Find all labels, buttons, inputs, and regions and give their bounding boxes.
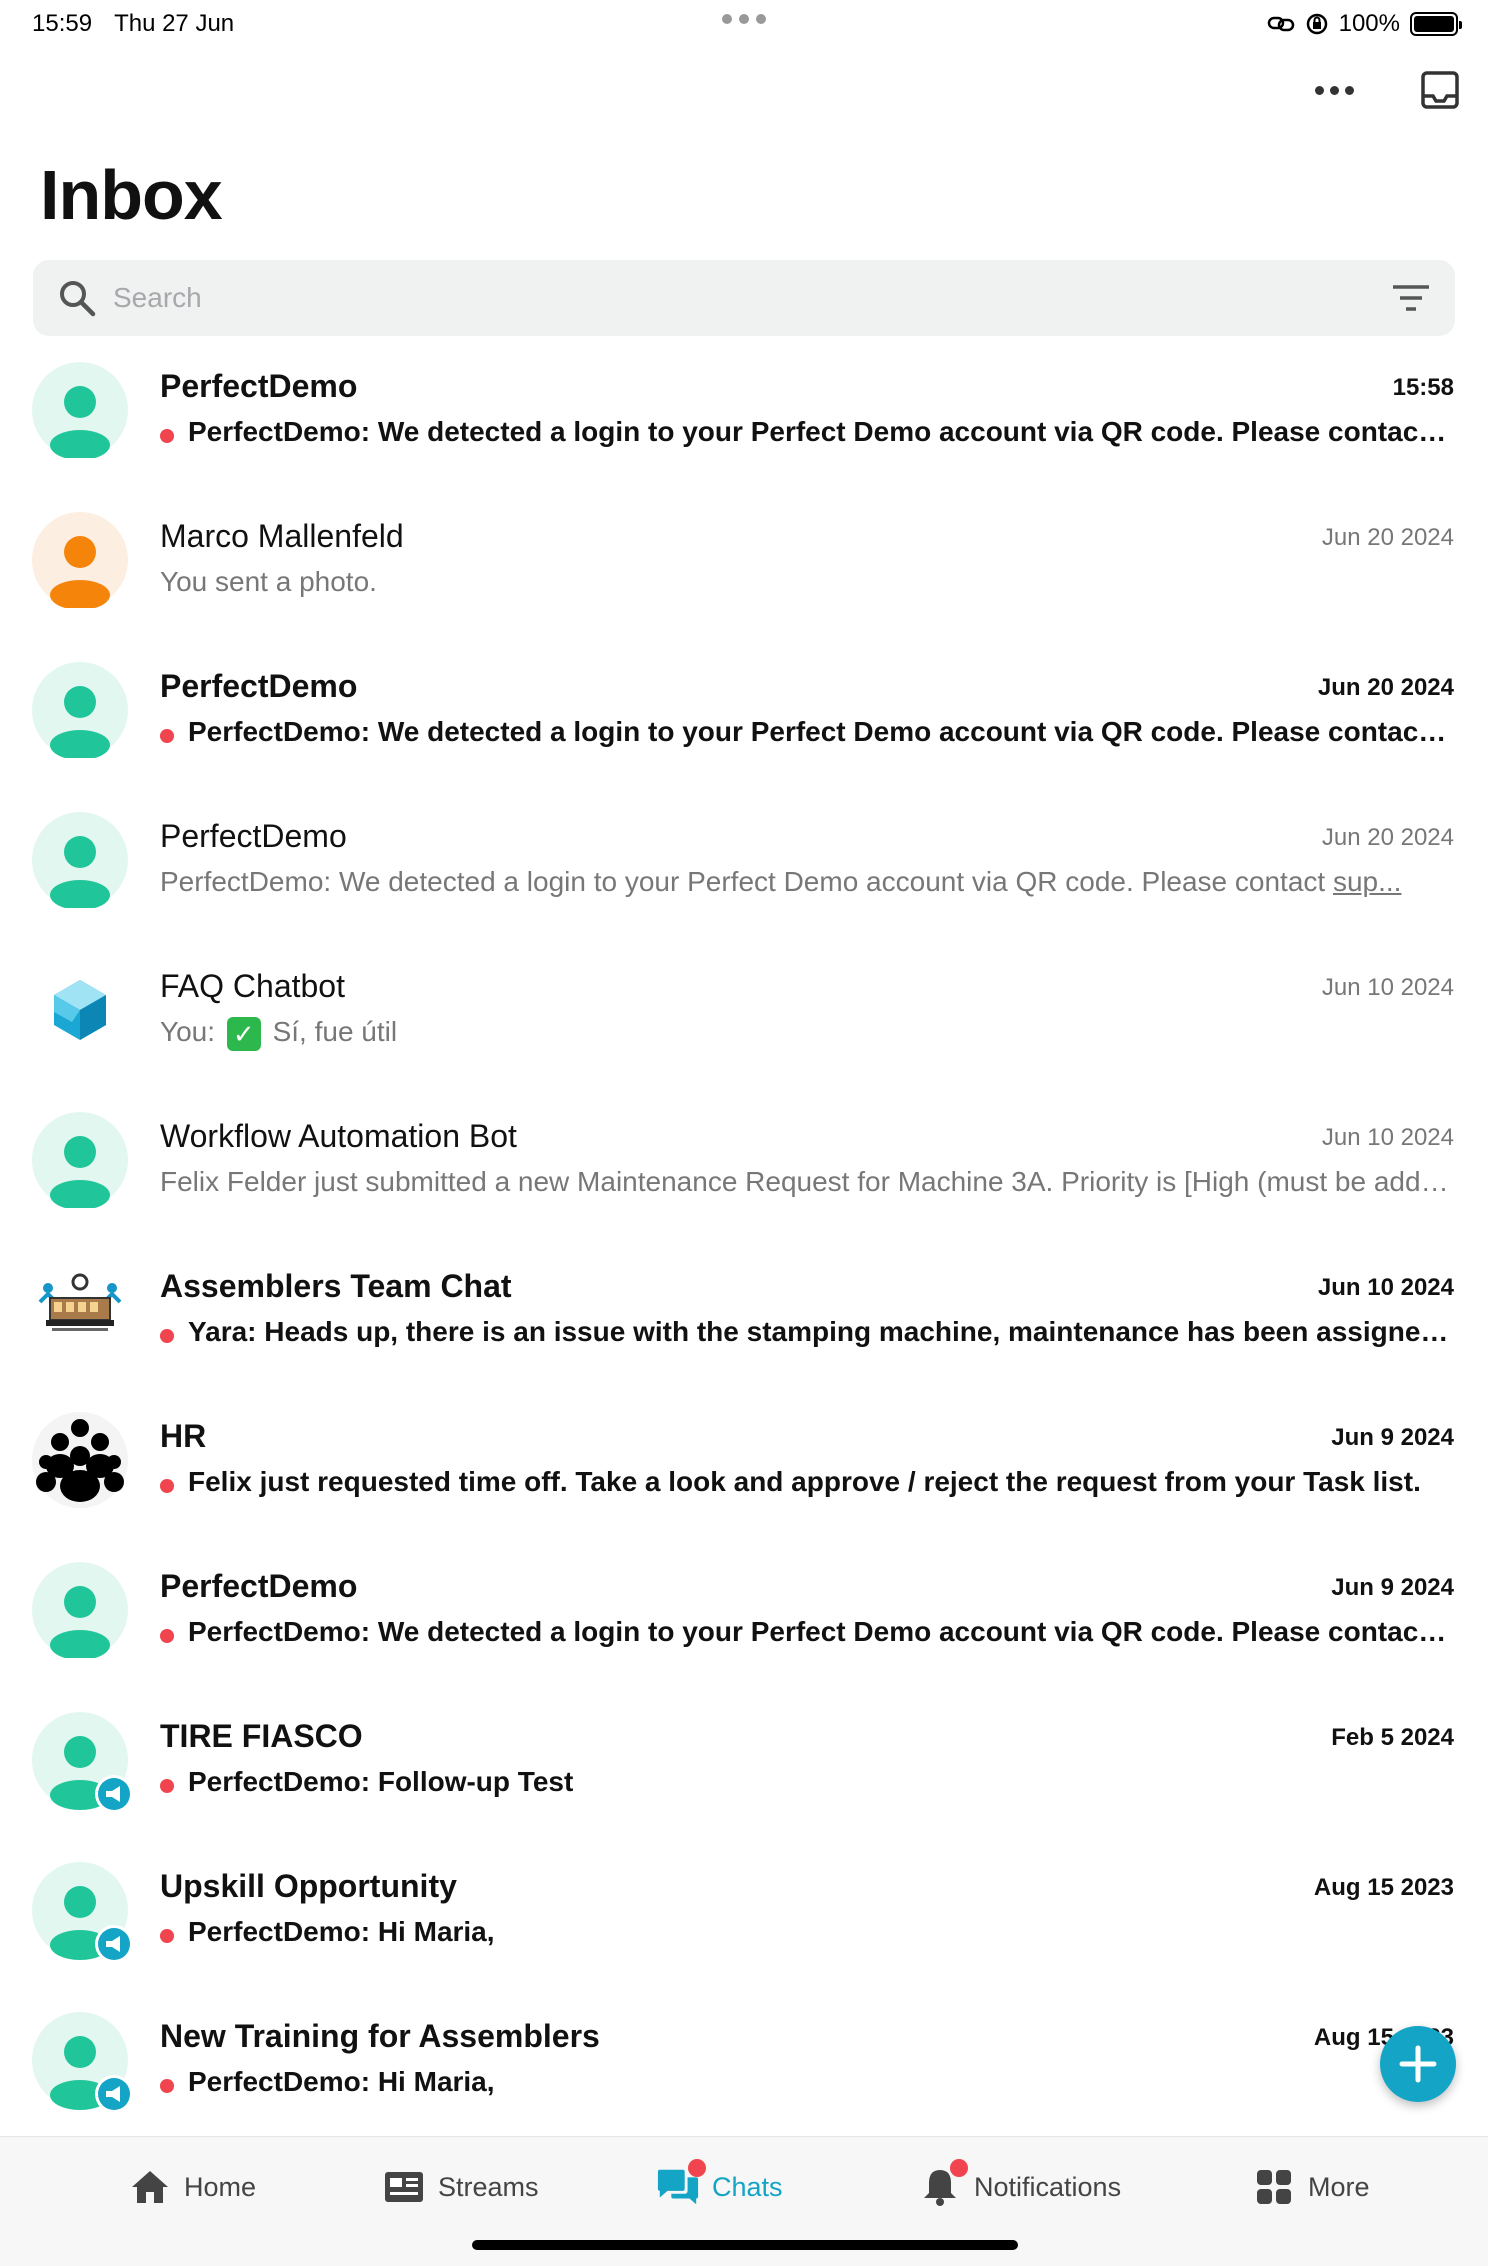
battery-icon [1410,12,1462,36]
chat-preview-suffix: Sí, fue útil [264,1016,398,1047]
chat-row[interactable]: Assemblers Team Chat Jun 10 2024 Yara: H… [0,1238,1488,1388]
chat-name: New Training for Assemblers [160,2018,600,2054]
chat-preview-text: PerfectDemo: We detected a login to your… [160,866,1333,897]
new-chat-button[interactable] [1380,2026,1456,2102]
top-actions [1305,70,1460,110]
chats-badge [688,2159,706,2177]
chat-list: PerfectDemo 15:58 PerfectDemo: We detect… [0,338,1488,2138]
search-input[interactable] [113,282,1391,314]
filter-icon[interactable] [1391,283,1431,313]
person-green-icon [32,362,128,458]
search-bar[interactable] [33,260,1455,336]
tab-label: Notifications [974,2171,1122,2202]
chat-time: Jun 10 2024 [1321,974,1454,1001]
chat-row[interactable]: Marco Mallenfeld Jun 20 2024 You sent a … [0,488,1488,638]
team-image-icon [32,1262,128,1358]
chat-row[interactable]: PerfectDemo Jun 20 2024 PerfectDemo: We … [0,788,1488,938]
status-time: 15:59 [32,10,93,37]
tab-notifications[interactable]: Notifications [918,2159,1122,2207]
chat-preview-prefix: You: [160,1016,223,1047]
chat-name: PerfectDemo [160,1568,358,1604]
person-green-stream-icon [32,1712,133,1813]
chat-time: Aug 15 2023 [1313,1874,1454,1901]
person-orange-icon [32,512,128,608]
tab-label: Streams [438,2171,539,2202]
multitasking-dots-icon[interactable] [722,14,766,24]
home-icon [132,2171,168,2203]
chat-row[interactable]: New Training for Assemblers Aug 15 2023 … [0,1988,1488,2138]
group-people-icon [32,1412,128,1508]
chat-name: PerfectDemo [160,668,358,704]
chat-row[interactable]: FAQ Chatbot Jun 10 2024 You: ✓ Sí, fue ú… [0,938,1488,1088]
chat-row[interactable]: PerfectDemo Jun 20 2024 PerfectDemo: We … [0,638,1488,788]
chat-name: HR [160,1418,207,1454]
tab-label: Home [184,2171,257,2202]
chat-preview: PerfectDemo: We detected a login to your… [160,416,1454,448]
inbox-tray-icon[interactable] [1420,70,1460,110]
chat-preview: PerfectDemo: We detected a login to your… [160,866,1454,898]
chat-name: Assemblers Team Chat [160,1268,512,1304]
chat-preview: Felix Felder just submitted a new Mainte… [160,1166,1454,1197]
chat-preview: Felix just requested time off. Take a lo… [160,1466,1454,1498]
person-green-stream-icon [32,2012,133,2113]
orientation-lock-icon [1306,13,1327,35]
person-green-icon [32,662,128,758]
tab-chats[interactable]: Chats [656,2159,783,2207]
tab-more[interactable]: More [1252,2167,1370,2207]
link-icon [1267,16,1294,32]
chat-preview: Yara: Heads up, there is an issue with t… [160,1316,1454,1348]
person-green-icon [32,1562,128,1658]
chat-time: Jun 9 2024 [1331,1574,1454,1601]
chat-time: Jun 20 2024 [1321,824,1454,851]
chat-preview: You: ✓ Sí, fue útil [160,1016,1454,1051]
streams-icon [385,2172,423,2202]
home-indicator[interactable] [472,2240,1018,2250]
plus-icon [1399,2045,1437,2083]
chat-preview: PerfectDemo: Follow-up Test [160,1766,1454,1798]
chat-name: Marco Mallenfeld [160,518,404,554]
chat-name: PerfectDemo [160,818,347,854]
preview-link[interactable]: sup... [1333,866,1401,897]
grid-icon [1257,2170,1291,2204]
chat-time: Feb 5 2024 [1331,1724,1454,1751]
cube-bot-icon [32,962,128,1058]
tab-streams[interactable]: Streams [382,2167,539,2207]
chat-preview: PerfectDemo: Hi Maria, [160,2066,1454,2098]
more-options-icon[interactable] [1305,76,1364,105]
chat-preview: PerfectDemo: We detected a login to your… [160,1616,1454,1648]
chat-time: Jun 9 2024 [1331,1424,1454,1451]
chat-row[interactable]: Workflow Automation Bot Jun 10 2024 Feli… [0,1088,1488,1238]
chat-row[interactable]: HR Jun 9 2024 Felix just requested time … [0,1388,1488,1538]
tab-home[interactable]: Home [128,2167,256,2207]
chat-row[interactable]: PerfectDemo Jun 9 2024 PerfectDemo: We d… [0,1538,1488,1688]
chat-name: PerfectDemo [160,368,358,404]
chat-name: TIRE FIASCO [160,1718,363,1754]
chat-preview: PerfectDemo: We detected a login to your… [160,716,1454,748]
person-green-stream-icon [32,1862,133,1963]
chat-preview: PerfectDemo: Hi Maria, [160,1916,1454,1948]
chat-time: Jun 20 2024 [1321,524,1454,551]
notifications-badge [950,2159,968,2177]
chat-time: Jun 10 2024 [1321,1124,1454,1151]
status-bar: 15:59 Thu 27 Jun 100% [0,0,1488,48]
chat-row[interactable]: TIRE FIASCO Feb 5 2024 PerfectDemo: Foll… [0,1688,1488,1838]
chat-row[interactable]: Upskill Opportunity Aug 15 2023 PerfectD… [0,1838,1488,1988]
chat-time: Jun 10 2024 [1317,1274,1454,1301]
chat-name: Upskill Opportunity [160,1868,457,1904]
tab-label: More [1308,2171,1370,2202]
check-mark-icon: ✓ [226,1016,261,1051]
chat-time: 15:58 [1392,374,1454,401]
person-green-icon [32,812,128,908]
person-green-icon [32,1112,128,1208]
status-date: Thu 27 Jun [114,10,235,37]
chat-name: FAQ Chatbot [160,968,345,1004]
chat-time: Jun 20 2024 [1317,674,1454,701]
chat-row[interactable]: PerfectDemo 15:58 PerfectDemo: We detect… [0,338,1488,488]
search-icon [60,281,96,317]
page-title: Inbox [40,156,223,234]
chat-preview: You sent a photo. [160,566,377,597]
battery-percent: 100% [1338,10,1400,37]
tab-label: Chats [712,2171,783,2202]
chat-name: Workflow Automation Bot [160,1118,517,1154]
